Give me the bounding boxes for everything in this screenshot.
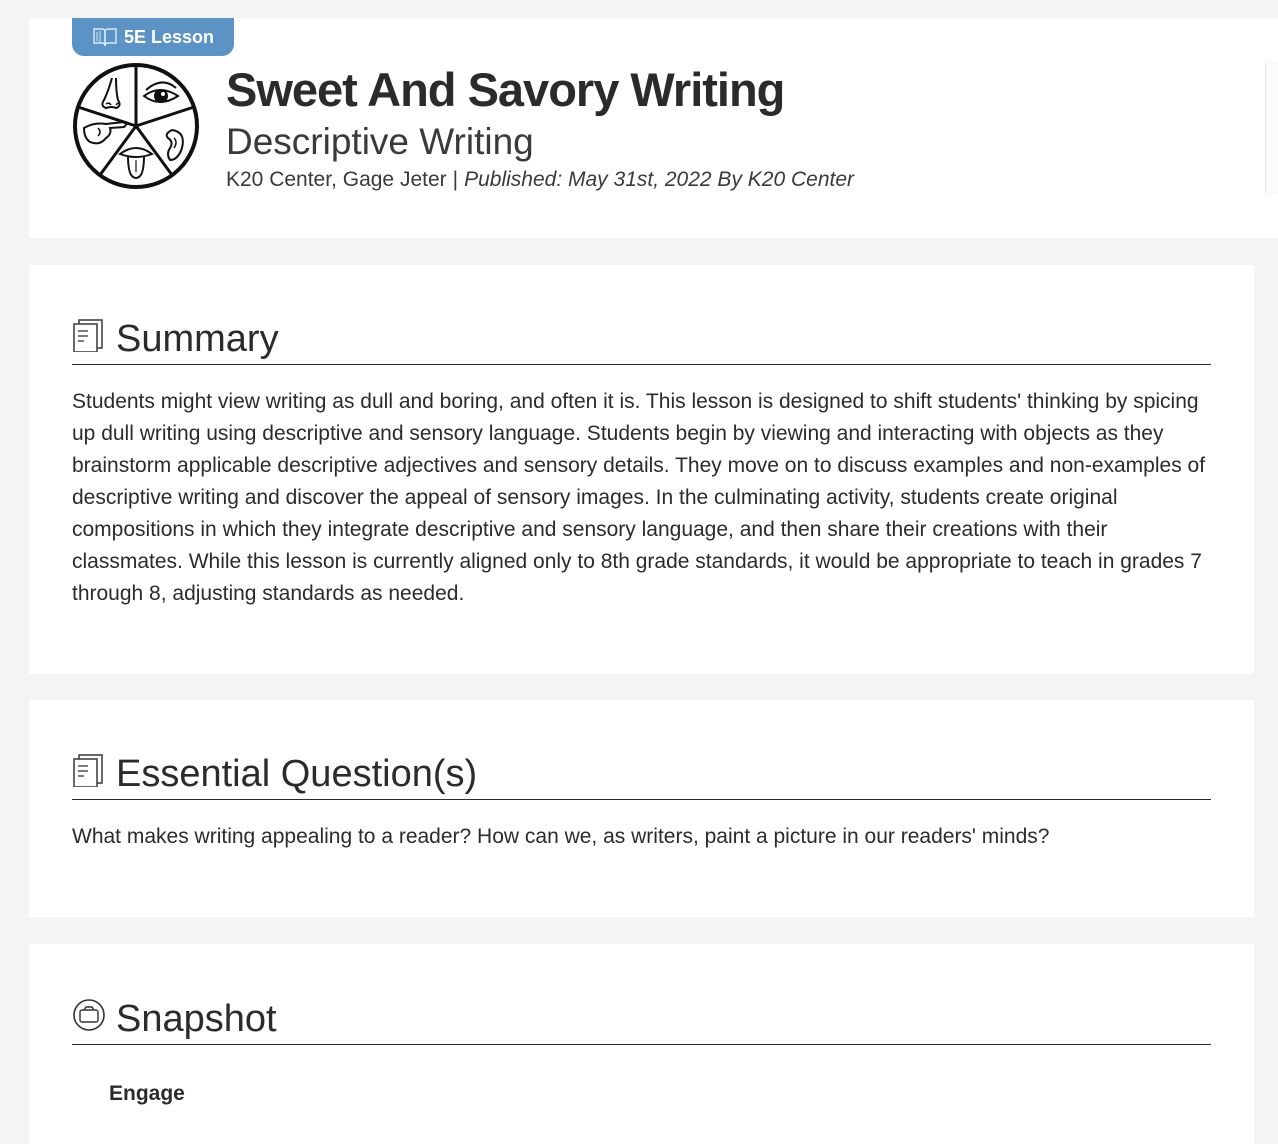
- lesson-type-badge[interactable]: 5E Lesson: [72, 18, 234, 56]
- camera-icon: [73, 999, 105, 1031]
- lesson-header: 5E Lesson Sweet And Savory Writing Descr…: [29, 18, 1278, 238]
- lesson-type-label: 5E Lesson: [123, 26, 215, 47]
- summary-heading: Summary: [116, 318, 279, 360]
- byline-separator: |: [452, 168, 459, 191]
- essential-questions-section: Essential Question(s) What makes writing…: [29, 700, 1254, 917]
- lesson-title: Sweet And Savory Writing: [226, 63, 785, 116]
- snapshot-heading-row: Snapshot: [72, 992, 1211, 1045]
- summary-section: Summary Students might view writing as d…: [29, 265, 1254, 674]
- document-icon: [73, 754, 103, 787]
- header-side-panel: [1265, 62, 1278, 194]
- lesson-authors: K20 Center, Gage Jeter: [226, 168, 447, 191]
- engage-phase-heading: Engage: [109, 1082, 185, 1105]
- book-icon: [93, 28, 117, 47]
- essential-text: What makes writing appealing to a reader…: [72, 825, 1050, 848]
- summary-heading-row: Summary: [72, 312, 1211, 365]
- essential-heading-row: Essential Question(s): [72, 747, 1211, 800]
- document-icon: [73, 319, 103, 352]
- snapshot-heading: Snapshot: [116, 998, 277, 1040]
- summary-text: Students might view writing as dull and …: [72, 390, 1206, 605]
- lesson-byline: K20 Center, Gage Jeter | Published: May 31…: [226, 165, 854, 195]
- published-info: Published: May 31st, 2022 By K20 Center: [464, 168, 855, 191]
- lesson-subtitle: Descriptive Writing: [226, 121, 534, 162]
- five-senses-icon: [73, 63, 199, 189]
- snapshot-section: Snapshot Engage: [29, 944, 1254, 1144]
- essential-heading: Essential Question(s): [116, 753, 478, 795]
